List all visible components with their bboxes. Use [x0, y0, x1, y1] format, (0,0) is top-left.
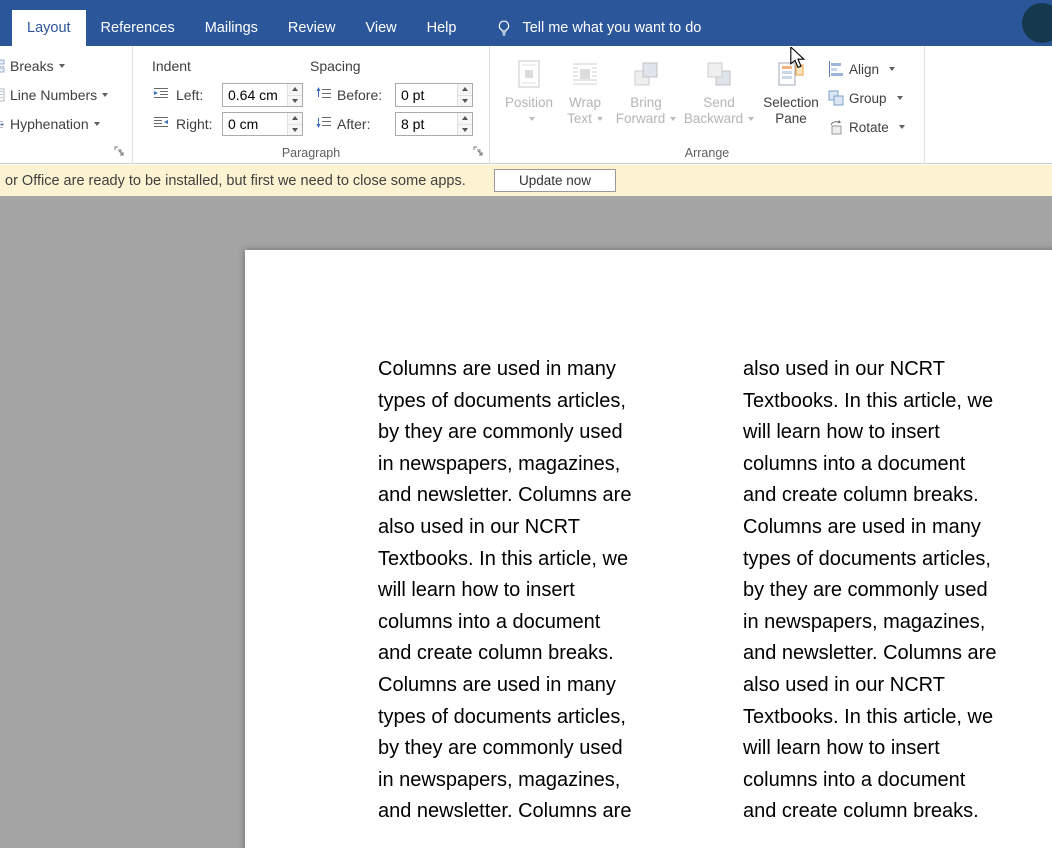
update-now-button[interactable]: Update now [494, 169, 616, 192]
spin-down-button[interactable] [458, 95, 472, 107]
hyphenation-label: Hyphenation [10, 116, 89, 132]
paragraph-dialog-launcher[interactable] [471, 144, 485, 158]
tab-layout[interactable]: Layout [12, 10, 86, 46]
dropdown-arrow-icon [897, 96, 903, 100]
position-label: Position [505, 95, 553, 110]
word-window: Layout References Mailings Review View H… [0, 0, 1052, 848]
rotate-label: Rotate [849, 120, 889, 135]
tab-review[interactable]: Review [273, 10, 351, 46]
send-backward-icon [704, 57, 734, 91]
arrange-group: Position Wrap Text Bring Forward Send Ba… [490, 46, 925, 163]
spin-down-button[interactable] [288, 124, 302, 136]
indent-heading: Indent [152, 58, 191, 74]
spacing-after-spinbox [395, 112, 473, 136]
dropdown-arrow-icon [597, 117, 603, 121]
document-page[interactable]: Columns are used in many types of docume… [245, 250, 1052, 848]
spin-down-button[interactable] [288, 95, 302, 107]
indent-left-spinbox [222, 83, 303, 107]
spacing-after-icon [316, 114, 332, 130]
indent-right-icon [153, 114, 169, 130]
lightbulb-icon [495, 19, 513, 37]
dropdown-arrow-icon [670, 117, 676, 121]
hyphenation-button[interactable]: Hyphenation [0, 110, 133, 138]
indent-right-input[interactable] [223, 113, 287, 135]
line-numbers-icon [0, 88, 5, 102]
send-backward-button: Send Backward [683, 54, 755, 146]
dropdown-arrow-icon [102, 93, 108, 97]
group-objects-icon [828, 90, 844, 106]
dropdown-arrow-icon [94, 122, 100, 126]
dropdown-arrow-icon [59, 64, 65, 68]
breaks-label: Breaks [10, 58, 54, 74]
group-button[interactable]: Group [828, 87, 903, 109]
position-button: Position [501, 54, 557, 146]
wrap-text-icon [570, 57, 600, 91]
dropdown-arrow-icon [889, 67, 895, 71]
spacing-after-label: After: [337, 116, 370, 132]
paragraph-group: Indent Left: Right: [133, 46, 490, 163]
indent-left-label: Left: [176, 87, 203, 103]
indent-right-spinbox [222, 112, 303, 136]
spin-up-button[interactable] [458, 84, 472, 95]
align-button[interactable]: Align [828, 58, 895, 80]
hyphenation-icon [0, 117, 5, 131]
tab-view[interactable]: View [350, 10, 411, 46]
indent-right-label: Right: [176, 116, 213, 132]
notification-message: or Office are ready to be installed, but… [5, 173, 466, 189]
dropdown-arrow-icon [899, 125, 905, 129]
spacing-before-input[interactable] [396, 84, 457, 106]
text-column-1[interactable]: Columns are used in many types of docume… [378, 354, 631, 828]
line-numbers-label: Line Numbers [10, 87, 97, 103]
spin-down-button[interactable] [458, 124, 472, 136]
tell-me-label: Tell me what you want to do [522, 20, 701, 36]
tab-help[interactable]: Help [412, 10, 472, 46]
bring-forward-button: Bring Forward [614, 54, 678, 146]
document-canvas: Columns are used in many types of docume… [0, 196, 1052, 848]
spin-up-button[interactable] [288, 84, 302, 95]
tab-mailings[interactable]: Mailings [190, 10, 273, 46]
align-icon [828, 61, 844, 77]
indent-right-spinner [287, 113, 302, 135]
spacing-before-spinbox [395, 83, 473, 107]
indent-left-icon [153, 85, 169, 101]
spacing-heading: Spacing [310, 58, 361, 74]
spacing-before-spinner [457, 84, 472, 106]
align-label: Align [849, 62, 879, 77]
spacing-before-label: Before: [337, 87, 382, 103]
ribbon: Breaks Line Numbers Hyphenation [0, 46, 1052, 164]
selection-pane-label: Selection Pane [763, 95, 819, 126]
tell-me-box[interactable]: Tell me what you want to do [495, 10, 701, 46]
arrange-group-label: Arrange [490, 146, 924, 160]
group-label: Group [849, 91, 887, 106]
paragraph-group-label: Paragraph [133, 146, 489, 160]
wrap-text-button: Wrap Text [560, 54, 610, 146]
bring-forward-icon [631, 57, 661, 91]
page-break-icon [0, 59, 5, 73]
mouse-cursor [789, 47, 805, 73]
spacing-after-spinner [457, 113, 472, 135]
indent-left-spinner [287, 84, 302, 106]
text-column-2[interactable]: also used in our NCRT Textbooks. In this… [743, 354, 996, 828]
spin-up-button[interactable] [288, 113, 302, 124]
breaks-button[interactable]: Breaks [0, 52, 133, 80]
tab-references[interactable]: References [86, 10, 190, 46]
rotate-button[interactable]: Rotate [828, 116, 905, 138]
line-numbers-button[interactable]: Line Numbers [0, 81, 133, 109]
spin-up-button[interactable] [458, 113, 472, 124]
spacing-after-input[interactable] [396, 113, 457, 135]
indent-left-input[interactable] [223, 84, 287, 106]
position-icon [514, 57, 544, 91]
rotate-icon [828, 119, 844, 135]
ribbon-tab-bar: Layout References Mailings Review View H… [0, 0, 1052, 46]
page-setup-group: Breaks Line Numbers Hyphenation [0, 46, 133, 163]
dropdown-arrow-icon [748, 117, 754, 121]
update-notification-bar: or Office are ready to be installed, but… [0, 165, 1052, 196]
dropdown-arrow-icon [529, 117, 535, 121]
bring-forward-label: Bring Forward [616, 95, 666, 126]
page-setup-dialog-launcher[interactable] [112, 144, 126, 158]
spacing-before-icon [316, 85, 332, 101]
send-backward-label: Send Backward [684, 95, 743, 126]
